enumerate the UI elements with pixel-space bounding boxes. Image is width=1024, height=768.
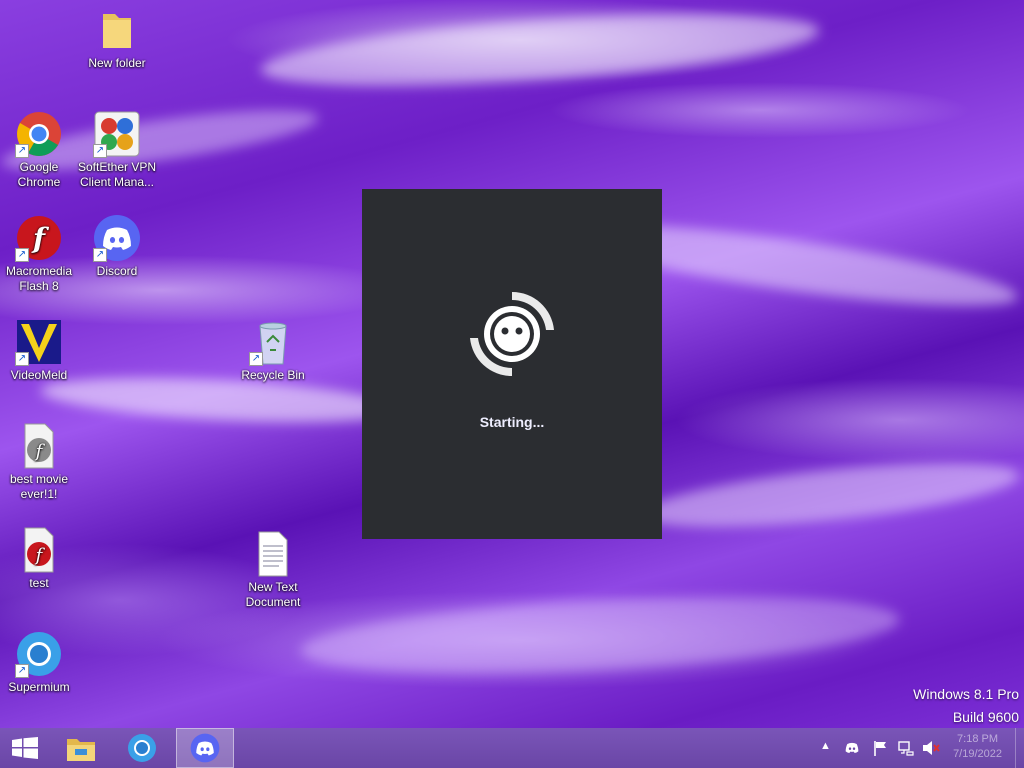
windows-edition-text: Windows 8.1 Pro [913, 686, 1019, 702]
softether-icon: ↗ [93, 110, 141, 158]
wallpaper-wave [258, 0, 822, 100]
file-explorer-icon [65, 733, 97, 768]
desktop-icon-best-movie[interactable]: f best movie ever!1! [0, 422, 79, 502]
taskbar: ▲ 7:18 PM 7/19/2022 [0, 728, 1024, 768]
shortcut-arrow-icon: ↗ [93, 144, 107, 158]
shortcut-arrow-icon: ↗ [93, 248, 107, 262]
desktop-icon-macromedia-flash[interactable]: f ↗ Macromedia Flash 8 [0, 214, 79, 294]
desktop-icon-label: Google Chrome [17, 160, 61, 189]
text-document-icon [249, 530, 297, 578]
taskbar-supermium-button[interactable] [114, 728, 172, 768]
show-desktop-button[interactable] [1015, 728, 1024, 768]
desktop-icon-new-text-document[interactable]: New Text Document [233, 530, 313, 610]
taskbar-clock[interactable]: 7:18 PM 7/19/2022 [953, 732, 1002, 762]
flash-icon: f ↗ [15, 214, 63, 262]
clock-date: 7/19/2022 [953, 748, 1002, 760]
clock-time: 7:18 PM [957, 733, 999, 745]
shortcut-arrow-icon: ↗ [15, 352, 29, 366]
supermium-icon: ↗ [15, 630, 63, 678]
desktop-icon-label: test [29, 576, 49, 590]
discord-icon: ↗ [93, 214, 141, 262]
supermium-icon [127, 733, 157, 768]
desktop-icon-videomeld[interactable]: ↗ VideoMeld [0, 318, 79, 383]
taskbar-file-explorer-button[interactable] [54, 728, 112, 768]
folder-icon [93, 6, 141, 54]
network-icon[interactable] [898, 740, 914, 756]
discord-loading-logo-icon [462, 284, 562, 384]
chrome-icon: ↗ [15, 110, 63, 158]
desktop-icon-softether-vpn[interactable]: ↗ SoftEther VPN Client Mana... [77, 110, 157, 190]
desktop-icon-label: New Text Document [245, 580, 301, 609]
start-button[interactable] [0, 728, 58, 768]
wallpaper-wave [298, 584, 902, 686]
volume-muted-icon[interactable] [922, 740, 940, 756]
shortcut-arrow-icon: ↗ [15, 664, 29, 678]
start-icon [12, 737, 38, 764]
windows-build-text: Build 9600 [952, 709, 1019, 725]
flash-movie-file-icon: f [15, 422, 63, 470]
desktop-icon-supermium[interactable]: ↗ Supermium [0, 630, 79, 695]
show-hidden-icons-chevron-icon[interactable]: ▲ [820, 740, 836, 756]
discord-tray-icon[interactable] [844, 740, 860, 756]
desktop-icon-label: SoftEther VPN Client Mana... [77, 160, 157, 189]
discord-splash-window: Starting... [362, 189, 662, 539]
videomeld-icon: ↗ [15, 318, 63, 366]
desktop-icon-label: New folder [88, 56, 146, 70]
desktop-icon-label: Discord [96, 264, 138, 278]
desktop-icon-label: VideoMeld [10, 368, 68, 382]
splash-status-text: Starting... [479, 414, 545, 430]
shortcut-arrow-icon: ↗ [15, 248, 29, 262]
desktop-icon-recycle-bin[interactable]: ↗ Recycle Bin [233, 318, 313, 383]
desktop-background: New folder ↗ Google Chrome ↗ SoftEther V… [0, 0, 1024, 728]
desktop-icon-google-chrome[interactable]: ↗ Google Chrome [0, 110, 79, 190]
shortcut-arrow-icon: ↗ [15, 144, 29, 158]
desktop-icon-label: Recycle Bin [241, 368, 305, 382]
shortcut-arrow-icon: ↗ [249, 352, 263, 366]
taskbar-discord-button[interactable] [176, 728, 234, 768]
action-center-flag-icon[interactable] [873, 740, 889, 756]
flash-document-icon: f [15, 526, 63, 574]
desktop-icon-label: Supermium [8, 680, 70, 694]
desktop-icon-label: best movie ever!1! [9, 472, 69, 501]
recycle-bin-icon: ↗ [249, 318, 297, 366]
desktop-icon-label: Macromedia Flash 8 [5, 264, 73, 293]
windows-watermark: Windows 8.1 Pro Build 9600 [913, 683, 1019, 728]
discord-icon [190, 733, 220, 768]
desktop-icon-discord[interactable]: ↗ Discord [77, 214, 157, 279]
wallpaper-wave [638, 450, 1022, 540]
wallpaper-wave [39, 370, 401, 430]
desktop-icon-new-folder[interactable]: New folder [77, 6, 157, 71]
desktop-icon-test[interactable]: f test [0, 526, 79, 591]
